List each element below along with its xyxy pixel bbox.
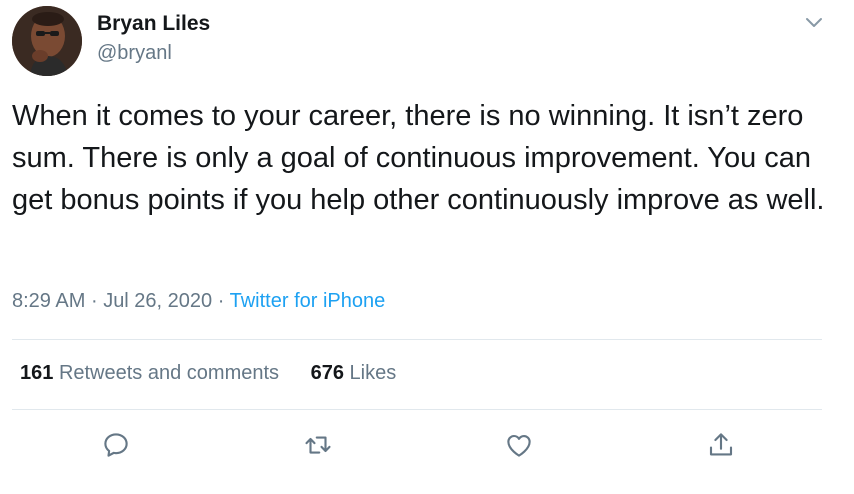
divider [12,409,822,410]
tweet-header: Bryan Liles @bryanl [0,0,854,88]
tweet-text: When it comes to your career, there is n… [12,100,825,216]
author-name[interactable]: Bryan Liles [97,12,210,36]
tweet-actions [0,425,854,465]
avatar[interactable] [12,6,82,76]
retweets-count: 161 [20,362,54,384]
chevron-down-icon [806,18,822,27]
author-handle[interactable]: @bryanl [97,42,172,65]
retweet-icon [305,436,331,454]
avatar-image [12,6,82,76]
divider [12,339,822,340]
reply-icon [104,433,128,457]
retweet-button[interactable] [298,425,338,465]
likes-count: 676 [310,362,344,384]
meta-separator: · [217,290,225,312]
reply-button[interactable] [96,425,136,465]
like-button[interactable] [499,425,539,465]
share-icon [709,433,733,456]
meta-separator: · [90,290,98,312]
retweets-label: Retweets and comments [58,362,280,384]
more-options-button[interactable] [800,12,828,34]
likes-stat[interactable]: 676 Likes [311,362,397,384]
tweet-meta: 8:29 AM · Jul 26, 2020 · Twitter for iPh… [12,290,385,313]
tweet-stats: 161 Retweets and comments 676 Likes [20,362,396,385]
likes-label: Likes [349,362,397,384]
tweet-date[interactable]: Jul 26, 2020 [103,290,212,312]
heart-icon [507,434,531,457]
tweet-time[interactable]: 8:29 AM [12,290,85,312]
tweet-source-link[interactable]: Twitter for iPhone [230,290,386,312]
share-button[interactable] [701,425,741,465]
retweets-stat[interactable]: 161 Retweets and comments [20,362,285,384]
